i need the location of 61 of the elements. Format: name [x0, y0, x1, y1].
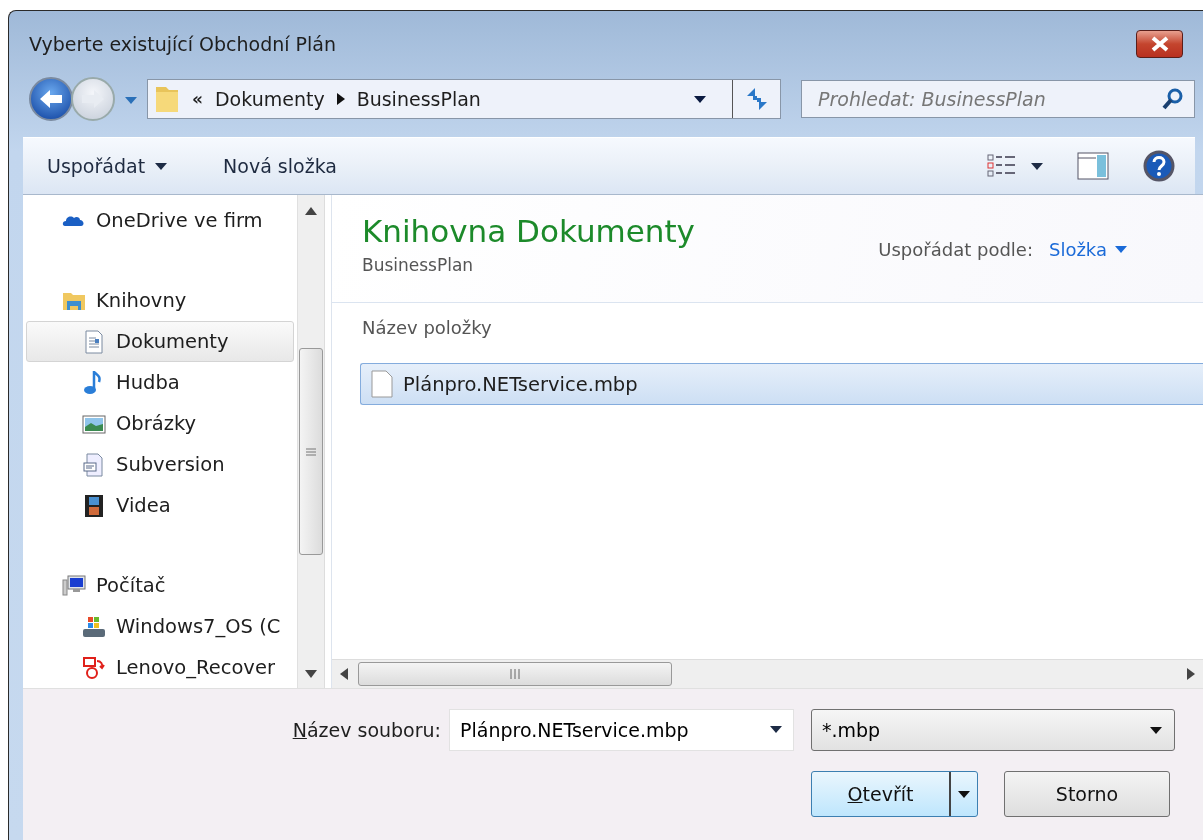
view-menu-button[interactable] [987, 153, 1043, 179]
sidebar-item[interactable]: Dokumenty [26, 321, 294, 362]
details-view-icon [987, 153, 1017, 179]
scroll-right-icon[interactable] [1187, 668, 1195, 680]
sidebar-item[interactable]: Subversion [26, 444, 294, 485]
file-name-field[interactable]: Plánpro.NETservice.mbp [449, 709, 794, 751]
document-icon [82, 329, 106, 354]
folder-icon [154, 84, 180, 114]
arrange-dropdown[interactable]: Složka [1048, 239, 1127, 260]
grip-icon [509, 669, 521, 679]
caret-icon [1031, 162, 1043, 170]
document-icon [82, 452, 106, 477]
sidebar-item[interactable]: Knihovny [26, 280, 294, 321]
caret-icon [155, 162, 168, 170]
close-button[interactable] [1136, 30, 1183, 58]
file-type-dropdown[interactable]: *.mbp [811, 709, 1175, 751]
back-button[interactable] [29, 77, 73, 121]
caret-icon [1150, 726, 1162, 734]
search-field[interactable]: Prohledat: BusinessPlan [801, 80, 1195, 118]
library-subtitle: BusinessPlan [362, 255, 475, 275]
drive-icon [82, 614, 106, 639]
search-icon [1161, 87, 1185, 111]
caret-icon [694, 95, 706, 103]
horizontal-scrollbar[interactable] [332, 659, 1203, 688]
sidebar-item[interactable]: Hudba [26, 362, 294, 403]
arrow-left-icon [38, 88, 64, 110]
sidebar-item[interactable]: Videa [26, 485, 294, 526]
address-bar[interactable]: « Dokumenty BusinessPlan [147, 79, 781, 119]
scroll-up-icon[interactable] [305, 207, 317, 215]
grip-icon [306, 446, 316, 457]
sidebar-item[interactable]: Windows7_OS (C [26, 606, 294, 647]
file-item[interactable]: Plánpro.NETservice.mbp [360, 363, 1203, 405]
window-title: Vyberte existující Obchodní Plán [29, 33, 338, 55]
sidebar-item[interactable]: Obrázky [26, 403, 294, 444]
toolbar-button[interactable]: Uspořádat [47, 151, 168, 181]
breadcrumb[interactable]: Dokumenty [215, 88, 325, 110]
cancel-button[interactable]: Storno [1004, 771, 1170, 817]
sidebar-item[interactable]: OneDrive ve firm [26, 200, 294, 241]
overflow-chevron[interactable]: « [192, 89, 203, 109]
sidebar-item[interactable]: Počítač [26, 565, 294, 606]
caret-icon [125, 96, 137, 104]
open-button[interactable]: Otevřít [811, 771, 978, 817]
breadcrumb[interactable]: BusinessPlan [356, 88, 481, 110]
breadcrumb-arrow-icon [336, 93, 345, 105]
scroll-left-icon[interactable] [340, 668, 348, 680]
help-button[interactable] [1143, 150, 1175, 182]
library-title: Knihovna Dokumenty [362, 213, 695, 249]
film-strip-icon [82, 493, 106, 518]
computer-icon [62, 573, 86, 598]
preview-pane-button[interactable] [1077, 152, 1109, 180]
caret-icon [1115, 246, 1127, 253]
caret-icon[interactable] [770, 726, 782, 733]
scroll-down-icon[interactable] [305, 670, 317, 678]
toolbar-button[interactable]: Nová složka [223, 151, 337, 181]
file-name-label: Název souboru: [292, 719, 442, 741]
sidebar-item[interactable]: Lenovo_Recover [26, 647, 294, 688]
caret-icon [958, 790, 970, 798]
file-icon [371, 370, 393, 398]
column-header[interactable]: Název položky [332, 303, 1203, 351]
arrange-label: Uspořádat podle: [878, 239, 1033, 260]
vertical-scrollbar[interactable] [297, 195, 325, 688]
